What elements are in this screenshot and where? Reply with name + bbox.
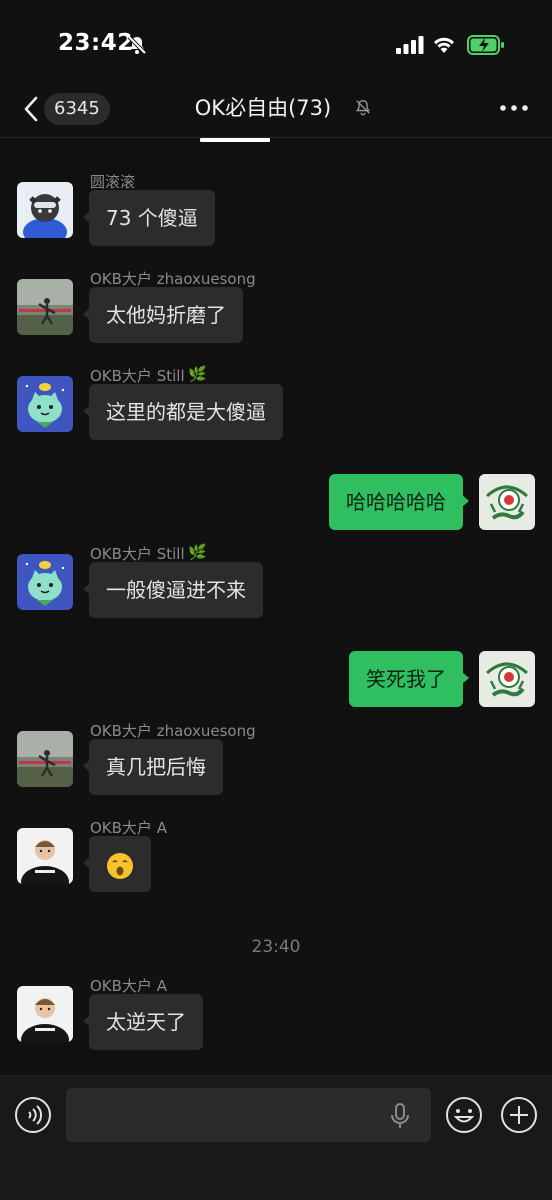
- avatar[interactable]: [17, 828, 73, 884]
- mute-icon: [354, 98, 372, 120]
- message-bubble[interactable]: 太他妈折磨了: [83, 287, 243, 343]
- avatar[interactable]: [479, 651, 535, 707]
- avatar[interactable]: [17, 986, 73, 1042]
- message-bubble[interactable]: 太逆天了: [83, 994, 203, 1050]
- message-bubble[interactable]: 哈哈哈哈哈: [329, 474, 469, 530]
- avatar[interactable]: [479, 474, 535, 530]
- sender-name: OKB大户 A: [90, 819, 167, 837]
- input-bar: [0, 1075, 552, 1200]
- avatar[interactable]: [17, 279, 73, 335]
- sender-name: OKB大户 zhaoxuesong: [90, 270, 256, 288]
- message-bubble[interactable]: 笑死我了: [349, 651, 469, 707]
- signal-icon: [396, 36, 424, 58]
- message-input[interactable]: [66, 1088, 431, 1142]
- loading-progress: [200, 138, 270, 142]
- message-bubble[interactable]: 这里的都是大傻逼: [83, 384, 283, 440]
- avatar[interactable]: [17, 376, 73, 432]
- status-bar: 23:42: [0, 0, 552, 90]
- sender-name: OKB大户 zhaoxuesong: [90, 722, 256, 740]
- mute-icon: [127, 35, 147, 59]
- plus-icon[interactable]: [500, 1096, 538, 1134]
- status-time: 23:42: [58, 30, 134, 56]
- avatar[interactable]: [17, 731, 73, 787]
- surprised-emoji-icon: [107, 852, 133, 879]
- message-bubble[interactable]: 真几把后悔: [83, 739, 223, 795]
- emoji-icon[interactable]: [445, 1096, 483, 1134]
- more-dots-icon[interactable]: [498, 94, 530, 122]
- avatar[interactable]: [17, 182, 73, 238]
- battery-charging-icon: [467, 35, 505, 59]
- sender-name: OKB大户 A: [90, 977, 167, 995]
- message-bubble[interactable]: [83, 836, 151, 892]
- chat-header: 6345 OK必自由(73): [0, 84, 552, 138]
- sender-name: 圆滚滚: [90, 173, 136, 191]
- leaf-emoji-icon: 🌿: [188, 543, 207, 561]
- sender-name: OKB大户 Still: [90, 367, 185, 385]
- wifi-icon: [432, 35, 456, 57]
- voice-icon[interactable]: [14, 1096, 52, 1134]
- leaf-emoji-icon: 🌿: [188, 365, 207, 383]
- chat-title-text: OK必自由(73): [194, 96, 332, 120]
- time-divider: 23:40: [251, 937, 301, 957]
- message-bubble[interactable]: 73 个傻逼: [83, 190, 215, 246]
- avatar[interactable]: [17, 554, 73, 610]
- message-bubble[interactable]: 一般傻逼进不来: [83, 562, 263, 618]
- sender-name: OKB大户 Still: [90, 545, 185, 563]
- microphone-icon[interactable]: [388, 1102, 412, 1134]
- unread-count-badge[interactable]: 6345: [44, 93, 110, 125]
